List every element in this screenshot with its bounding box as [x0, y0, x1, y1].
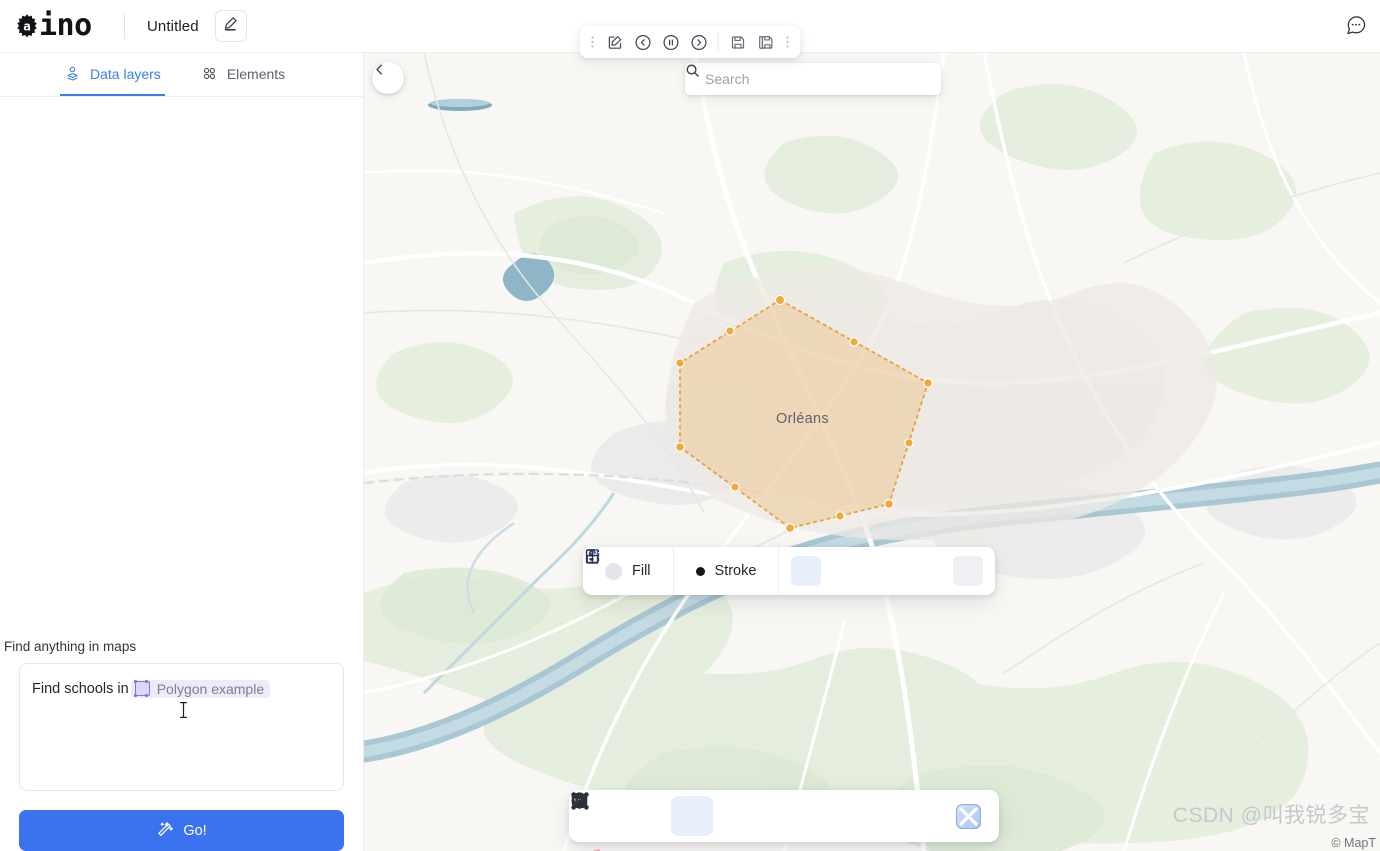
divider	[778, 547, 780, 595]
fill-swatch[interactable]	[605, 562, 622, 580]
fill-label: Fill	[632, 563, 651, 579]
polygon-tool[interactable]	[571, 792, 713, 836]
search-input[interactable]	[705, 71, 930, 87]
drag-grip-icon[interactable]	[781, 29, 795, 55]
stroke-swatch[interactable]	[695, 566, 705, 576]
top-bar: a ino Untitled	[0, 0, 1380, 58]
text-cursor-icon	[178, 700, 189, 720]
playback-toolbar	[579, 26, 801, 58]
map-search[interactable]	[685, 63, 941, 95]
shape-style-toolbar: Fill Stroke	[583, 547, 996, 595]
grid-four-icon	[201, 65, 218, 82]
save-copy-icon[interactable]	[753, 29, 779, 55]
go-button-label: Go!	[183, 822, 207, 839]
step-forward-icon[interactable]	[686, 29, 712, 55]
pause-icon[interactable]	[658, 29, 684, 55]
prompt-prefix-text: Find schools in	[32, 681, 129, 697]
edit-square-icon[interactable]	[602, 29, 628, 55]
image-tool[interactable]	[571, 794, 943, 836]
cloud-upload-tool[interactable]	[571, 794, 897, 836]
panel-tabs: Data layers Elements	[0, 53, 363, 97]
chat-button[interactable]	[1340, 11, 1372, 43]
chat-bubble-icon	[1344, 13, 1368, 42]
tab-label: Elements	[226, 65, 286, 82]
polygon-square-icon	[133, 680, 150, 698]
polygon-chip[interactable]: Polygon example	[130, 679, 271, 698]
tab-label: Data layers	[90, 65, 161, 82]
svg-text:a: a	[23, 18, 31, 33]
edit-title-button[interactable]	[214, 10, 247, 42]
document-title-text: Untitled	[147, 17, 199, 35]
document-title[interactable]: Untitled	[147, 18, 199, 35]
basemap-thumbnail-icon	[955, 803, 981, 829]
go-button[interactable]: Go!	[19, 810, 344, 851]
text-tool[interactable]	[573, 794, 851, 836]
find-section: Find anything in maps Find schools in Pol…	[0, 639, 363, 851]
map-tiles	[364, 53, 1380, 851]
aino-sun-logo-icon: a	[14, 13, 40, 39]
split-shape-icon[interactable]	[585, 549, 875, 586]
prompt-input[interactable]: Find schools in Polygon example	[19, 663, 344, 791]
data-layers-content	[0, 97, 363, 639]
drawing-tool-dock	[569, 790, 999, 842]
app-logo-text: ino	[39, 8, 92, 43]
marker-pin-tool[interactable]	[573, 792, 667, 836]
more-vertical-icon[interactable]	[589, 549, 984, 586]
pencil-icon	[222, 15, 239, 37]
app-logo[interactable]: a ino	[0, 11, 116, 41]
unlock-icon[interactable]	[586, 549, 929, 586]
stroke-control[interactable]: Stroke	[674, 547, 779, 595]
step-back-icon[interactable]	[630, 29, 656, 55]
polygon-chip-label: Polygon example	[156, 680, 265, 697]
magic-wand-icon	[156, 820, 174, 842]
pen-tool[interactable]	[575, 792, 759, 836]
divider	[124, 13, 125, 39]
find-section-label: Find anything in maps	[4, 639, 137, 654]
properties-panel-icon[interactable]	[585, 549, 822, 586]
tab-data-layers[interactable]: Data layers	[60, 53, 165, 96]
divider	[717, 33, 719, 51]
save-icon[interactable]	[725, 29, 751, 55]
basemap-tool[interactable]	[947, 796, 989, 836]
map-canvas[interactable]: Orléans Fill	[364, 53, 1380, 851]
layers-icon	[64, 65, 81, 82]
stroke-label: Stroke	[714, 563, 757, 579]
route-tool[interactable]	[571, 792, 805, 836]
drag-grip-icon[interactable]	[586, 29, 600, 55]
collapse-panel-button[interactable]	[372, 62, 404, 94]
left-panel: Data layers Elements Find anything in ma…	[0, 53, 364, 851]
tab-elements[interactable]: Elements	[197, 53, 289, 96]
